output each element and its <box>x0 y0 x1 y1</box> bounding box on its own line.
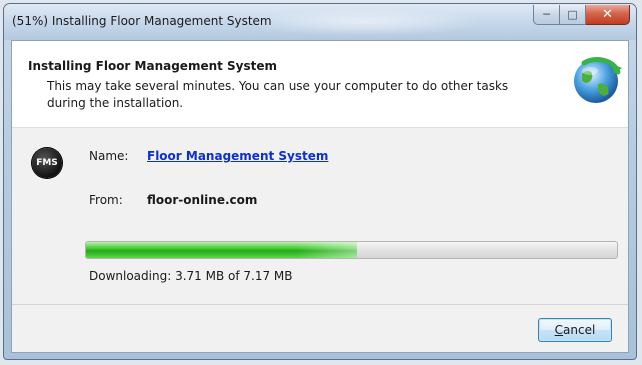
title-bar-glare <box>244 8 484 36</box>
cancel-mnemonic: C <box>554 323 564 337</box>
dialog-content: Installing Floor Management System This … <box>11 40 629 353</box>
title-bar[interactable]: (51%) Installing Floor Management System… <box>4 4 636 40</box>
close-button[interactable]: ✕ <box>586 5 630 25</box>
close-icon: ✕ <box>602 7 613 22</box>
header-description: This may take several minutes. You can u… <box>47 79 509 110</box>
progress-fill <box>86 242 357 258</box>
publisher-domain: floor-online.com <box>147 193 258 207</box>
minimize-button[interactable]: ─ <box>533 5 560 25</box>
from-label: From: <box>89 193 123 207</box>
dialog-header: Installing Floor Management System This … <box>12 41 628 128</box>
app-logo-icon: FMS <box>32 148 62 178</box>
window-title: (51%) Installing Floor Management System <box>12 14 272 28</box>
maximize-button[interactable]: □ <box>560 5 586 25</box>
app-name-link[interactable]: Floor Management System <box>147 149 328 163</box>
header-title: Installing Floor Management System <box>28 59 278 73</box>
install-details: FMS Name: Floor Management System From: … <box>12 128 628 304</box>
dialog-footer: Cancel <box>12 304 628 352</box>
name-label: Name: <box>89 149 129 163</box>
download-progress-bar <box>85 241 618 259</box>
globe-install-icon <box>574 57 622 103</box>
caption-buttons: ─ □ ✕ <box>533 5 630 25</box>
cancel-button[interactable]: Cancel <box>538 318 612 342</box>
minimize-icon: ─ <box>543 8 550 21</box>
installer-window: (51%) Installing Floor Management System… <box>3 3 637 360</box>
download-status: Downloading: 3.71 MB of 7.17 MB <box>89 269 293 283</box>
maximize-icon: □ <box>567 8 578 21</box>
cancel-label-rest: ancel <box>563 323 596 337</box>
